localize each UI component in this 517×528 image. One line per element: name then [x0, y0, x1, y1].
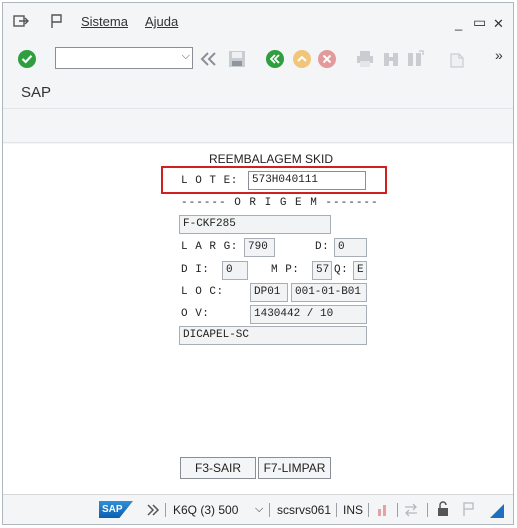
status-divider — [427, 503, 428, 517]
material-field: F-CKF285 — [179, 215, 331, 234]
customer-field: DICAPEL-SC — [179, 326, 367, 345]
lote-label: L O T E: — [181, 175, 238, 187]
minimize-button[interactable]: _ — [455, 16, 462, 31]
system-chevron-down-icon[interactable]: ⌵ — [255, 503, 263, 516]
transfer-icon[interactable] — [401, 500, 421, 520]
status-divider — [269, 503, 270, 517]
menu-sistema[interactable]: Sistema — [81, 14, 128, 29]
page-title: SAP — [21, 84, 52, 101]
chart-icon[interactable] — [373, 500, 393, 520]
standard-toolbar: ⌵ » — [3, 39, 513, 77]
double-chevron-right-icon[interactable] — [143, 500, 163, 520]
di-field: 0 — [222, 261, 248, 280]
lock-icon[interactable] — [433, 499, 453, 519]
loc-bin-field: 001-01-B01 — [291, 283, 367, 302]
resize-corner-icon[interactable] — [487, 501, 507, 521]
save-icon[interactable] — [227, 49, 247, 69]
system-info[interactable]: K6Q (3) 500 — [173, 503, 238, 517]
new-session-icon[interactable] — [447, 49, 467, 69]
cancel-icon[interactable] — [317, 49, 337, 69]
enter-check-icon[interactable] — [17, 49, 37, 69]
q-label: Q: — [334, 264, 349, 276]
d-label: D: — [315, 241, 330, 253]
d-field: 0 — [334, 238, 367, 257]
exit-icon[interactable] — [292, 49, 312, 69]
clear-f7-button[interactable]: F7-LIMPAR — [258, 457, 331, 479]
server-name: scsrvs061 — [277, 503, 332, 517]
larg-label: L A R G: — [181, 241, 238, 253]
find-next-icon[interactable] — [405, 49, 425, 69]
mp-field: 57 — [312, 261, 332, 280]
flag-icon[interactable] — [459, 499, 479, 519]
title-bar: SAP — [3, 77, 513, 109]
screen-heading: REEMBALAGEM SKID — [209, 152, 334, 166]
loc-plant-field: DP01 — [250, 283, 288, 302]
command-input[interactable] — [56, 48, 174, 68]
menu-bar: Sistema Ajuda _ ▭ ✕ — [3, 3, 513, 39]
mp-label: M P: — [271, 264, 300, 276]
ov-field: 1430442 / 10 — [250, 305, 367, 324]
status-bar: SAP K6Q (3) 500 ⌵ scsrvs061 INS — [3, 494, 513, 524]
screen-area: REEMBALAGEM SKID L O T E: 573H040111 ---… — [3, 144, 513, 494]
ov-label: O V: — [181, 308, 210, 320]
print-icon[interactable] — [355, 49, 375, 69]
double-chevron-left-icon[interactable] — [199, 49, 219, 69]
exit-f3-button[interactable]: F3-SAIR — [180, 457, 256, 479]
origem-separator: ------ O R I G E M ------- — [181, 197, 379, 209]
status-divider — [368, 503, 369, 517]
lote-input[interactable]: 573H040111 — [248, 171, 366, 190]
chevron-down-icon[interactable]: ⌵ — [182, 50, 190, 63]
toolbar-more-button[interactable]: » — [495, 47, 503, 63]
insert-mode[interactable]: INS — [343, 503, 363, 517]
status-divider — [336, 503, 337, 517]
application-toolbar — [3, 109, 513, 143]
larg-field: 790 — [244, 238, 275, 257]
close-button[interactable]: ✕ — [493, 16, 504, 32]
find-icon[interactable] — [381, 49, 401, 69]
menu-pin-icon[interactable] — [49, 13, 65, 29]
maximize-button[interactable]: ▭ — [473, 14, 486, 31]
back-icon[interactable] — [265, 49, 285, 69]
menu-ajuda[interactable]: Ajuda — [145, 14, 178, 29]
status-divider — [165, 503, 166, 517]
sap-logo: SAP — [99, 501, 133, 518]
loc-label: L O C: — [181, 286, 224, 298]
command-field[interactable]: ⌵ — [55, 47, 193, 69]
menu-exit-icon[interactable] — [13, 13, 29, 29]
status-divider — [397, 503, 398, 517]
sap-window: Sistema Ajuda _ ▭ ✕ ⌵ » SAP REEMBALAGEM … — [2, 2, 514, 525]
di-label: D I: — [181, 264, 210, 276]
q-field: E — [353, 261, 367, 280]
